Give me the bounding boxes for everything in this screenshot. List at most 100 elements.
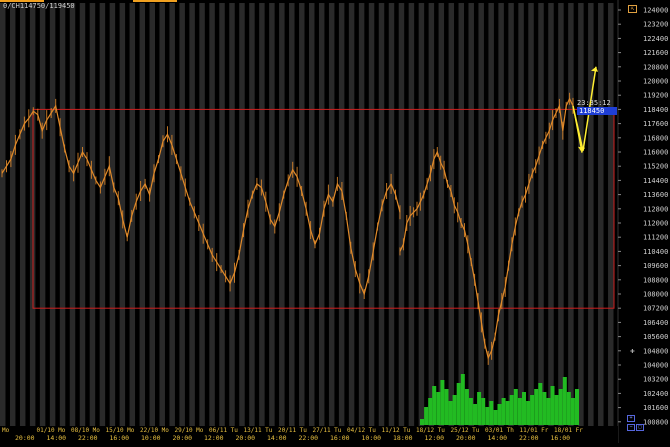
x-date-label: 27/11 Tu (313, 427, 342, 434)
session-stripe (249, 3, 255, 426)
x-time-label: 14:00 (488, 434, 508, 442)
zoom-in-icon[interactable]: + (627, 415, 635, 422)
zoom-fit-icon[interactable]: □ (636, 424, 644, 431)
volume-bar (558, 389, 563, 425)
volume-bar (420, 419, 424, 425)
session-stripe (568, 3, 574, 426)
session-stripe (598, 3, 604, 426)
volume-bar (452, 395, 457, 425)
session-stripe (338, 3, 345, 426)
volume-bar (570, 398, 575, 425)
session-stripe (149, 3, 155, 426)
volume-bar (448, 401, 453, 425)
volume-bar (485, 407, 490, 425)
x-time-label: 12:00 (204, 434, 224, 442)
session-stripe (49, 3, 56, 426)
y-tick-label: 111200 (643, 234, 668, 242)
x-time-label: 10:00 (141, 434, 161, 442)
session-stripe (259, 3, 265, 426)
volume-bar (481, 398, 486, 425)
instrument-title: 0/CH114750/119450 (3, 2, 75, 10)
volume-bar (440, 380, 445, 425)
session-stripe (448, 3, 455, 426)
volume-bar (428, 398, 433, 425)
y-tick-label: 112800 (643, 205, 668, 213)
x-date-label: 13/11 Tu (244, 427, 273, 434)
session-stripe (229, 3, 235, 426)
volume-bar (505, 401, 510, 425)
session-stripe (498, 3, 504, 426)
y-tick-label: 122400 (643, 35, 668, 43)
session-stripe (39, 3, 46, 426)
x-time-label: 10:00 (362, 434, 382, 442)
x-date-label: 18/12 Tu (416, 427, 445, 434)
session-stripe (159, 3, 165, 426)
x-time-label: 20:00 (15, 434, 35, 442)
volume-bar (575, 389, 579, 425)
session-stripe (69, 3, 76, 426)
session-stripe (388, 3, 395, 426)
x-date-label: 06/11 Tu (209, 427, 238, 434)
session-stripe (358, 3, 365, 426)
session-stripe (59, 3, 66, 426)
y-tick-label: 117600 (643, 120, 668, 128)
volume-bar (493, 410, 498, 425)
chart-stage[interactable]: 124000 123200 122400 121600 120800 120000 1192… (0, 0, 670, 443)
session-stripe (309, 3, 315, 426)
y-tick-label: 112000 (643, 220, 668, 228)
session-stripe (9, 3, 16, 426)
x-date-label: Mo (2, 427, 10, 434)
x-time-label: 22:00 (78, 434, 98, 442)
session-stripe (219, 3, 225, 426)
volume-bar (477, 392, 482, 425)
session-stripe (608, 3, 614, 426)
volume-bar (497, 404, 502, 425)
session-stripe (588, 3, 594, 426)
x-time-label: 16:00 (551, 434, 571, 442)
volume-bar (546, 398, 551, 425)
session-stripe (209, 3, 215, 426)
y-tick-label: 104800 (643, 347, 668, 355)
volume-bar (436, 392, 441, 425)
session-stripe (468, 3, 474, 426)
volume-bar (473, 404, 477, 425)
y-tick-label: 106400 (643, 319, 668, 327)
session-stripe (508, 3, 514, 426)
y-tick-label: 115200 (643, 163, 668, 171)
volume-bar (542, 392, 547, 425)
session-stripe (478, 3, 484, 426)
session-stripe (428, 3, 435, 426)
session-stripe (368, 3, 375, 426)
x-time-label: 20:00 (236, 434, 256, 442)
x-time-label: 20:00 (173, 434, 193, 442)
x-date-label: 22/10 Mo (140, 427, 169, 434)
toolbar-tab-2[interactable] (133, 0, 177, 2)
x-date-label: 03/01 Th (485, 427, 514, 434)
volume-bar (464, 389, 469, 425)
volume-bar (554, 395, 559, 425)
price-tag-value: 118450 (577, 107, 617, 115)
session-stripe (279, 3, 285, 426)
y-tick-label: 120000 (643, 78, 668, 86)
crosshair-icon[interactable]: ✚ (630, 347, 635, 355)
session-stripe (299, 3, 305, 426)
x-date-label: 25/12 Tu (451, 427, 480, 434)
volume-bar (530, 395, 535, 425)
x-time-label: 18:00 (393, 434, 413, 442)
session-stripe (89, 3, 96, 426)
expand-icon[interactable]: ⇱ (628, 5, 637, 13)
zoom-out-icon[interactable]: − (627, 424, 635, 431)
volume-bar (534, 389, 539, 425)
volume-bar (456, 383, 461, 425)
volume-bar (550, 386, 555, 425)
volume-bar (513, 389, 518, 425)
session-stripe (109, 3, 116, 426)
price-tag-time: 23:35:12 (577, 99, 611, 107)
x-date-label: 01/10 Mo (37, 427, 66, 434)
x-time-label: 22:00 (519, 434, 539, 442)
price-chart[interactable]: 124000 123200 122400 121600 120800 120000 1192… (0, 0, 670, 443)
volume-bar (566, 392, 571, 425)
y-tick-label: 109600 (643, 262, 668, 270)
session-stripe (438, 3, 445, 426)
y-tick-label: 116000 (643, 149, 668, 157)
